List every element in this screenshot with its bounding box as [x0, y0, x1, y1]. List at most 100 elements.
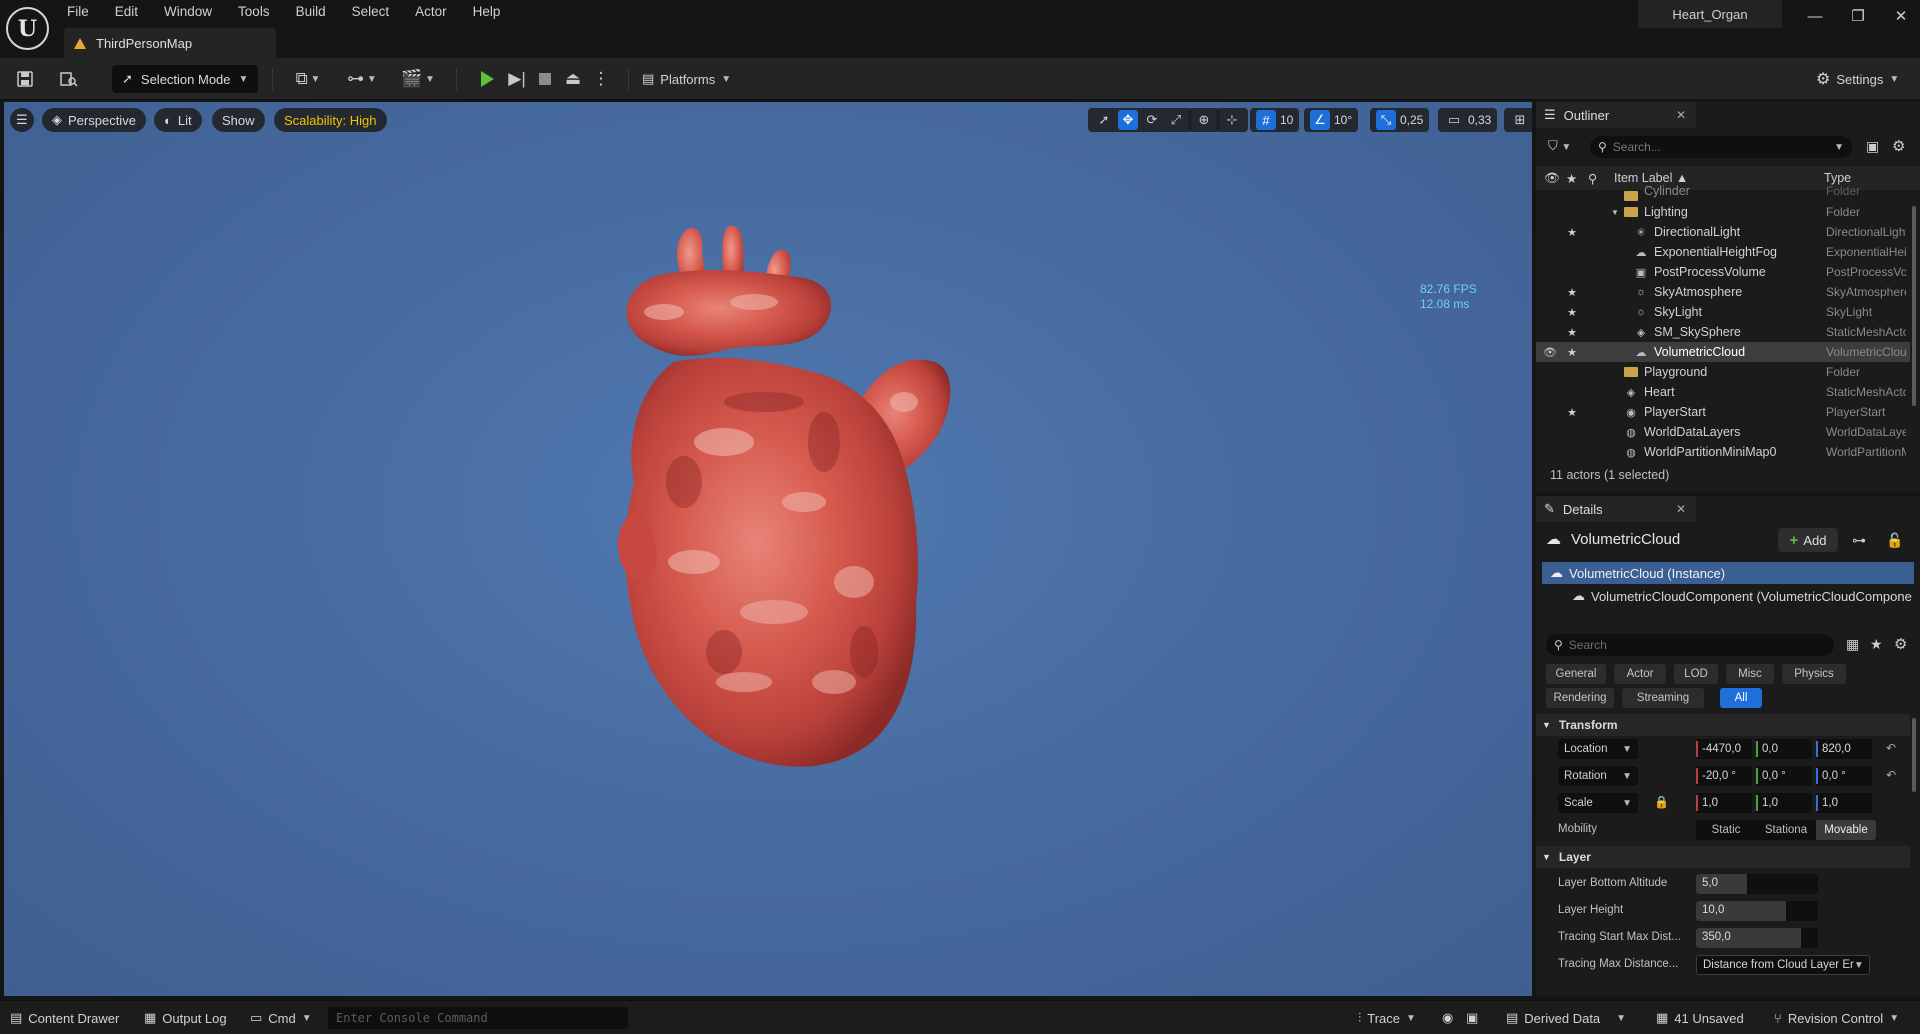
browse-icon[interactable] — [58, 68, 80, 90]
menu-file[interactable]: File — [54, 0, 102, 24]
layer-height-slider[interactable]: 10,0 — [1696, 901, 1818, 921]
close-tab-icon[interactable]: ✕ — [1676, 502, 1686, 516]
rotation-snap-value[interactable]: 10° — [1334, 113, 1352, 127]
perspective-button[interactable]: ◈ Perspective — [42, 108, 146, 132]
category-rendering[interactable]: Rendering — [1546, 688, 1614, 708]
screenshot-icon[interactable]: ▣ — [1466, 1009, 1478, 1027]
favorite-star-icon[interactable]: ★ — [1564, 326, 1580, 339]
category-general[interactable]: General — [1546, 664, 1606, 684]
scale-snap-value[interactable]: 0,25 — [1400, 113, 1423, 127]
outliner-search-input[interactable]: ⚲ Search... ▼ — [1590, 136, 1852, 158]
reset-arrow-icon[interactable]: ↶ — [1886, 768, 1896, 782]
menu-actor[interactable]: Actor — [402, 0, 460, 24]
visibility-eye-icon[interactable]: 👁 — [1542, 346, 1558, 359]
mobility-stationary[interactable]: Stationa — [1756, 820, 1816, 840]
details-search-input[interactable]: ⚲ Search — [1546, 634, 1834, 656]
platforms-dropdown[interactable]: ▤ Platforms ▼ — [642, 66, 731, 92]
type-column[interactable]: Type — [1824, 171, 1851, 185]
level-viewport[interactable]: ☰ ◈ Perspective ◐ Lit Show Scalability: … — [4, 102, 1532, 996]
outliner-row[interactable]: ★ ◉ PlayerStart PlayerStart — [1536, 402, 1910, 422]
reset-arrow-icon[interactable]: ↶ — [1886, 741, 1896, 755]
filter-icon[interactable]: ⛉ ▼ — [1548, 138, 1571, 154]
cinematics-icon[interactable]: 🎬 ▼ — [398, 68, 438, 90]
lock-icon[interactable]: 🔒 — [1654, 795, 1669, 809]
tracing-start-slider[interactable]: 350,0 — [1696, 928, 1818, 948]
camera-speed[interactable]: ▭ 0,33 — [1438, 108, 1498, 132]
menu-tools[interactable]: Tools — [225, 0, 283, 24]
mobility-movable[interactable]: Movable — [1816, 820, 1876, 840]
angle-icon[interactable]: ∠ — [1310, 110, 1330, 130]
close-window-icon[interactable]: ✕ — [1886, 4, 1916, 28]
favorite-star-icon[interactable]: ★ — [1564, 346, 1580, 359]
visibility-column-icon[interactable]: 👁 — [1544, 171, 1560, 186]
outliner-tab[interactable]: ☰ Outliner ✕ — [1536, 102, 1696, 128]
favorite-star-icon[interactable]: ★ — [1564, 226, 1580, 239]
grid-icon[interactable]: # — [1256, 110, 1276, 130]
content-drawer-button[interactable]: ▤ Content Drawer — [10, 1009, 119, 1027]
gear-icon[interactable]: ⚙ — [1892, 137, 1905, 155]
menu-build[interactable]: Build — [283, 0, 339, 24]
layer-section[interactable]: ▼ Layer — [1536, 846, 1910, 868]
gear-icon[interactable]: ⚙ — [1894, 635, 1907, 653]
camera-speed-value[interactable]: 0,33 — [1468, 113, 1491, 127]
outliner-row[interactable]: ★ ☼ SkyAtmosphere SkyAtmosphere — [1536, 282, 1910, 302]
location-x-field[interactable]: -4470,0 — [1696, 739, 1752, 759]
layer-bottom-slider[interactable]: 5,0 — [1696, 874, 1818, 894]
blueprint-icon[interactable]: ⊶ ▼ — [342, 68, 382, 90]
outliner-row[interactable]: ◍ WorldPartitionMiniMap0 WorldPartitionMin… — [1536, 442, 1910, 462]
scale-snap-icon[interactable]: ⤡ — [1376, 110, 1396, 130]
favorite-star-icon[interactable]: ★ — [1564, 406, 1580, 419]
scale-x-field[interactable]: 1,0 — [1696, 793, 1752, 813]
camera-icon[interactable]: ▭ — [1444, 110, 1464, 130]
layout-icon[interactable]: ⊞ — [1510, 110, 1530, 130]
favorite-column-icon[interactable]: ★ — [1566, 171, 1577, 186]
outliner-row[interactable]: 👁 ★ ☁ VolumetricCloud VolumetricCloud — [1536, 342, 1910, 362]
rotate-tool-icon[interactable]: ⟳ — [1142, 110, 1162, 130]
more-options-icon[interactable]: ⋮ — [590, 68, 612, 90]
category-physics[interactable]: Physics — [1782, 664, 1846, 684]
heart-mesh[interactable] — [604, 182, 1024, 802]
revision-control-dropdown[interactable]: ⑂ Revision Control ▼ — [1774, 1009, 1899, 1027]
scale-y-field[interactable]: 1,0 — [1756, 793, 1812, 813]
restore-icon[interactable]: ❐ — [1843, 4, 1873, 28]
scale-snap[interactable]: ⤡ 0,25 — [1370, 108, 1430, 132]
chevron-down-icon[interactable]: ▼ — [1834, 142, 1844, 153]
favorite-star-icon[interactable]: ★ — [1564, 306, 1580, 319]
scale-tool-icon[interactable]: ⤢ — [1166, 110, 1186, 130]
table-view-icon[interactable]: ▦ — [1846, 636, 1859, 653]
stop-icon[interactable] — [534, 68, 556, 90]
item-label-column[interactable]: Item Label ▲ — [1614, 171, 1688, 185]
scale-type-dropdown[interactable]: Scale ▼ — [1558, 793, 1638, 813]
cmd-dropdown[interactable]: ▭ Cmd ▼ — [250, 1009, 312, 1027]
category-actor[interactable]: Actor — [1614, 664, 1666, 684]
location-z-field[interactable]: 820,0 — [1816, 739, 1872, 759]
eject-icon[interactable]: ⏏ — [562, 68, 584, 90]
outliner-row[interactable]: ▼ Lighting Folder — [1536, 202, 1910, 222]
menu-help[interactable]: Help — [460, 0, 514, 24]
category-misc[interactable]: Misc — [1726, 664, 1774, 684]
star-icon[interactable]: ★ — [1870, 636, 1883, 653]
viewport-menu-button[interactable]: ☰ — [10, 108, 34, 132]
details-scrollbar[interactable] — [1912, 718, 1916, 792]
menu-window[interactable]: Window — [151, 0, 225, 24]
grid-snap-value[interactable]: 10 — [1280, 113, 1293, 127]
save-icon[interactable] — [14, 68, 36, 90]
add-folder-icon[interactable]: ▣ — [1866, 138, 1879, 155]
select-tool-icon[interactable]: ➚ — [1094, 110, 1114, 130]
menu-edit[interactable]: Edit — [102, 0, 151, 24]
grid-snap[interactable]: # 10 — [1250, 108, 1300, 132]
surface-snap-icon[interactable]: ⊹ — [1222, 110, 1242, 130]
rotation-y-field[interactable]: 0,0 ° — [1756, 766, 1812, 786]
details-tab[interactable]: ✎ Details ✕ — [1536, 496, 1696, 522]
menu-select[interactable]: Select — [339, 0, 403, 24]
minimize-icon[interactable]: — — [1800, 4, 1830, 28]
outliner-row[interactable]: ☁ ExponentialHeightFog ExponentialHeightFo… — [1536, 242, 1910, 262]
console-input[interactable]: Enter Console Command — [328, 1007, 628, 1029]
output-log-button[interactable]: ▦ Output Log — [144, 1009, 227, 1027]
unsaved-button[interactable]: ▦ 41 Unsaved — [1656, 1009, 1744, 1027]
scalability-button[interactable]: Scalability: High — [274, 108, 387, 132]
view-mode-button[interactable]: ◐ Lit — [154, 108, 202, 132]
rotation-type-dropdown[interactable]: Rotation ▼ — [1558, 766, 1638, 786]
play-button[interactable] — [474, 66, 500, 92]
tracing-max-dropdown[interactable]: Distance from Cloud Layer Er ▼ — [1696, 955, 1870, 975]
